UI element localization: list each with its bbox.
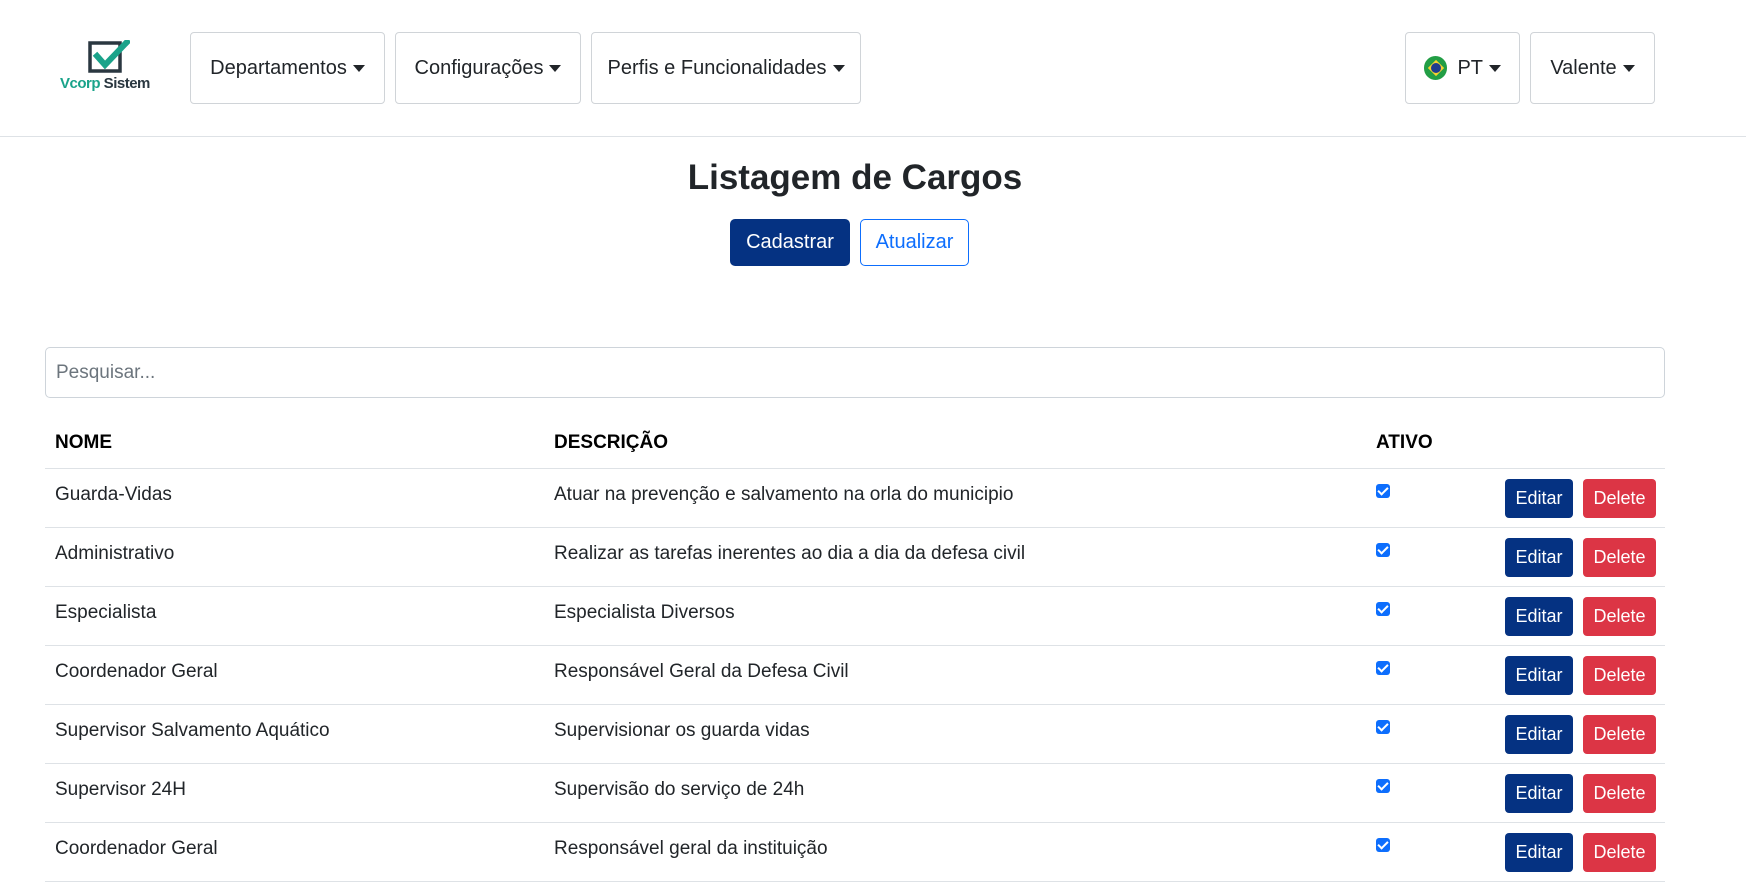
table-header: NOME DESCRIÇÃO ATIVO — [45, 420, 1665, 469]
header-nome: NOME — [55, 432, 112, 453]
top-navbar: Vcorp Sistem Departamentos Configurações… — [0, 0, 1746, 137]
language-dropdown[interactable]: PT — [1405, 32, 1520, 104]
language-label: PT — [1457, 56, 1483, 79]
cargos-table: NOME DESCRIÇÃO ATIVO Guarda-Vidas Atuar n… — [45, 420, 1665, 882]
delete-button[interactable]: Delete — [1583, 656, 1656, 695]
cell-descricao: Especialista Diversos — [554, 602, 735, 623]
edit-button[interactable]: Editar — [1505, 538, 1573, 577]
cell-nome: Administrativo — [55, 543, 175, 564]
ativo-checkbox[interactable] — [1376, 543, 1390, 557]
table-row: Coordenador Geral Responsável Geral da De… — [45, 646, 1665, 705]
table-row: Coordenador Geral Responsável geral da in… — [45, 823, 1665, 882]
cell-descricao: Supervisionar os guarda vidas — [554, 720, 810, 741]
cell-nome: Supervisor Salvamento Aquático — [55, 720, 330, 741]
edit-button[interactable]: Editar — [1505, 656, 1573, 695]
cell-nome: Supervisor 24H — [55, 779, 186, 800]
user-dropdown[interactable]: Valente — [1530, 32, 1655, 104]
table-row: Supervisor 24H Supervisão do serviço de 2… — [45, 764, 1665, 823]
cell-descricao: Supervisão do serviço de 24h — [554, 779, 805, 800]
cadastrar-button[interactable]: Cadastrar — [730, 219, 850, 266]
nav-perfis-dropdown[interactable]: Perfis e Funcionalidades — [591, 32, 861, 104]
delete-button[interactable]: Delete — [1583, 774, 1656, 813]
checkmark-logo-icon — [88, 40, 130, 73]
delete-button[interactable]: Delete — [1583, 597, 1656, 636]
cell-descricao: Realizar as tarefas inerentes ao dia a d… — [554, 543, 1026, 564]
cell-nome: Coordenador Geral — [55, 661, 218, 682]
edit-button[interactable]: Editar — [1505, 597, 1573, 636]
ativo-checkbox[interactable] — [1376, 661, 1390, 675]
brazil-flag-icon — [1424, 56, 1448, 80]
chevron-down-icon — [1622, 64, 1635, 72]
cell-descricao: Responsável geral da instituição — [554, 838, 828, 859]
ativo-checkbox[interactable] — [1376, 838, 1390, 852]
table-body: Guarda-Vidas Atuar na prevenção e salvame… — [45, 469, 1665, 882]
nav-configuracoes-dropdown[interactable]: Configurações — [395, 32, 581, 104]
edit-button[interactable]: Editar — [1505, 833, 1573, 872]
ativo-checkbox[interactable] — [1376, 602, 1390, 616]
edit-button[interactable]: Editar — [1505, 715, 1573, 754]
table-row: Administrativo Realizar as tarefas ineren… — [45, 528, 1665, 587]
nav-departamentos-dropdown[interactable]: Departamentos — [190, 32, 385, 104]
chevron-down-icon — [549, 64, 562, 72]
cell-nome: Guarda-Vidas — [55, 484, 172, 505]
cell-nome: Coordenador Geral — [55, 838, 218, 859]
page-title: Listagem de Cargos — [687, 158, 1023, 197]
cell-descricao: Responsável Geral da Defesa Civil — [554, 661, 849, 682]
nav-perfis-label: Perfis e Funcionalidades — [607, 56, 827, 79]
edit-button[interactable]: Editar — [1505, 479, 1573, 518]
chevron-down-icon — [352, 64, 365, 72]
delete-button[interactable]: Delete — [1583, 833, 1656, 872]
table-row: Guarda-Vidas Atuar na prevenção e salvame… — [45, 469, 1665, 528]
ativo-checkbox[interactable] — [1376, 484, 1390, 498]
atualizar-button[interactable]: Atualizar — [860, 219, 969, 266]
edit-button[interactable]: Editar — [1505, 774, 1573, 813]
chevron-down-icon — [1489, 64, 1501, 72]
nav-configuracoes-label: Configurações — [414, 56, 544, 79]
delete-button[interactable]: Delete — [1583, 538, 1656, 577]
user-name: Valente — [1550, 56, 1617, 79]
brand-name: Vcorp Sistem — [60, 75, 150, 92]
delete-button[interactable]: Delete — [1583, 479, 1656, 518]
delete-button[interactable]: Delete — [1583, 715, 1656, 754]
ativo-checkbox[interactable] — [1376, 779, 1390, 793]
header-descricao: DESCRIÇÃO — [554, 432, 669, 453]
nav-departamentos-label: Departamentos — [210, 56, 347, 79]
ativo-checkbox[interactable] — [1376, 720, 1390, 734]
cell-descricao: Atuar na prevenção e salvamento na orla … — [554, 484, 1014, 505]
cell-nome: Especialista — [55, 602, 157, 623]
brand-logo[interactable]: Vcorp Sistem — [60, 40, 156, 96]
search-input[interactable] — [45, 347, 1665, 398]
header-ativo: ATIVO — [1376, 432, 1433, 453]
chevron-down-icon — [832, 64, 845, 72]
table-row: Supervisor Salvamento Aquático Supervisio… — [45, 705, 1665, 764]
table-row: Especialista Especialista Diversos Editar D… — [45, 587, 1665, 646]
